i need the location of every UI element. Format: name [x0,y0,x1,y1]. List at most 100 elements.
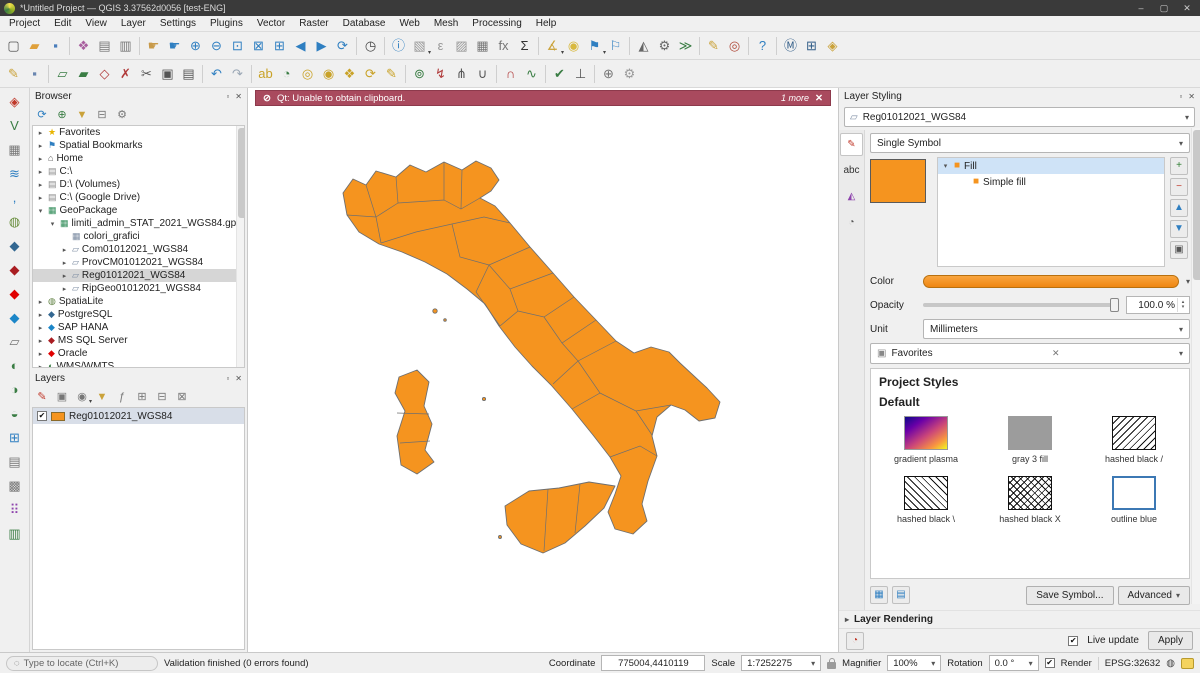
layer-diagram-button[interactable]: ◔ [276,63,297,85]
pan-map-button[interactable]: ☛ [143,35,164,57]
styling-scrollbar[interactable] [1191,128,1200,604]
change-label-button[interactable]: ✎ [381,63,402,85]
rotate-label-button[interactable]: ⟳ [360,63,381,85]
tab-history[interactable]: ◔ [840,211,863,234]
statistics-button[interactable]: Σ [514,35,535,57]
chevron-down-icon[interactable]: ▾ [1186,277,1190,286]
expand-arrow-icon[interactable]: ▸ [60,285,69,293]
zoom-in-button[interactable]: ⊕ [185,35,206,57]
symbol-layer-item[interactable]: ▾ ■ Fill [938,158,1164,174]
filter-legend-button[interactable]: ▼ [93,389,111,406]
toolbar-button[interactable] [699,37,700,55]
layer-rendering-section[interactable]: ▸ Layer Rendering [839,610,1200,628]
menu-item[interactable]: Vector [250,17,292,30]
toolbar-button[interactable] [139,37,140,55]
expand-arrow-icon[interactable]: ▸ [845,615,849,624]
style-item[interactable]: outline blue [1087,471,1181,529]
menu-item[interactable]: Project [2,17,47,30]
python-console-button[interactable]: ≫ [675,35,696,57]
pin-labels-button[interactable]: ◎ [297,63,318,85]
menu-item[interactable]: View [78,17,114,30]
topology-checker-button[interactable]: ⊥ [570,63,591,85]
merge-features-button[interactable]: ∪ [472,63,493,85]
browser-tree-item[interactable]: ▸ ▱ Com01012021_WGS84 [33,243,244,256]
new-project-button[interactable]: ▢ [3,35,24,57]
check-geometries-button[interactable]: ✔ [549,63,570,85]
rotation-spinbox[interactable]: 0.0 °▾ [989,655,1039,671]
browser-properties-button[interactable]: ⚙ [113,107,131,124]
map-tips-button[interactable]: ◉ [563,35,584,57]
toolbar-button[interactable] [748,37,749,55]
digitize-segment-button[interactable]: ▱ [52,63,73,85]
browser-tree-item[interactable]: ▸ ◆ Oracle [33,347,244,360]
expand-arrow-icon[interactable]: ▾ [48,220,57,228]
expand-arrow-icon[interactable]: ▸ [36,194,45,202]
collapse-all-layers-button[interactable]: ⊟ [153,389,171,406]
browser-tree-item[interactable]: ▸ ▤ D:\ (Volumes) [33,178,244,191]
plugin-tools-button[interactable]: ⚙ [619,63,640,85]
add-polygon-feature-button[interactable]: ▰ [73,63,94,85]
toolbar-button[interactable] [69,37,70,55]
expand-arrow-icon[interactable]: ▾ [941,162,950,170]
expand-arrow-icon[interactable]: ▸ [60,259,69,267]
add-vector-layer-button[interactable]: V [3,114,27,137]
toggle-editing-button[interactable]: ✎ [3,63,24,85]
browser-tree-item[interactable]: ▸ ◆ MS SQL Server [33,334,244,347]
minimize-button[interactable]: – [1132,3,1150,13]
add-wms-layer-button[interactable]: ◐ [3,354,27,377]
copy-features-button[interactable]: ▣ [157,63,178,85]
filter-by-expression-button[interactable]: ƒ [113,389,131,406]
unit-select[interactable]: Millimeters ▾ [923,319,1190,339]
toolbar-button[interactable] [251,65,252,83]
collapse-all-button[interactable]: ⊟ [93,107,111,124]
expand-arrow-icon[interactable]: ▸ [36,181,45,189]
layer-item[interactable]: ✔ Reg01012021_WGS84 [33,408,244,424]
show-bookmarks-button[interactable]: ⚐ [605,35,626,57]
browser-tree-item[interactable]: ▸ ⌂ Home [33,152,244,165]
menu-item[interactable]: Help [529,17,564,30]
add-arcgis-rest-layer-button[interactable]: ⊞ [3,426,27,449]
add-mssql-layer-button[interactable]: ◆ [3,258,27,281]
vertex-tool-button[interactable]: ◇ [94,63,115,85]
menu-item[interactable]: Plugins [203,17,250,30]
menu-item[interactable]: Processing [465,17,528,30]
toolbar-button[interactable] [496,65,497,83]
menu-item[interactable]: Mesh [427,17,465,30]
add-raster-layer-button[interactable]: ▦ [3,138,27,161]
styling-layer-select[interactable]: ▱ Reg01012021_WGS84 ▾ [844,107,1195,127]
pan-to-selection-button[interactable]: ☛ [164,35,185,57]
tab-3d-view[interactable]: ◭ [840,185,863,208]
maximize-button[interactable]: ▢ [1155,3,1173,14]
expand-arrow-icon[interactable]: ▸ [36,324,45,332]
layer-labeling-button[interactable]: ab [255,63,276,85]
refresh-map-button[interactable]: ⟳ [332,35,353,57]
add-virtual-layer-button[interactable]: ▱ [3,330,27,353]
remove-symbol-layer-button[interactable]: − [1170,178,1188,196]
reshape-features-button[interactable]: ↯ [430,63,451,85]
browser-tree-item[interactable]: ▾ ▦ limiti_admin_STAT_2021_WGS84.gpkg [33,217,244,230]
menu-item[interactable]: Raster [292,17,335,30]
clear-filter-icon[interactable]: ✕ [1052,348,1060,359]
symbol-type-select[interactable]: Single Symbol ▾ [870,133,1190,153]
expand-arrow-icon[interactable]: ▸ [36,298,45,306]
zoom-last-button[interactable]: ◀ [290,35,311,57]
add-selected-layers-button[interactable]: ⊕ [53,107,71,124]
icon-view-button[interactable]: ▦ [870,586,888,604]
layer-visibility-checkbox[interactable]: ✔ [37,411,47,421]
browser-tree-item[interactable]: ▦ colori_grafici [33,230,244,243]
zoom-to-selection-button[interactable]: ⊠ [248,35,269,57]
toolbar-button[interactable] [405,65,406,83]
add-wfs-layer-button[interactable]: ◒ [3,402,27,425]
browser-tree-item[interactable]: ▸ ▤ C:\ (Google Drive) [33,191,244,204]
add-vector-tile-layer-button[interactable]: ▩ [3,474,27,497]
georeferencer-button[interactable]: ⊕ [598,63,619,85]
style-filter-select[interactable]: ▣ Favorites ✕ ▾ [870,343,1190,364]
help-contents-button[interactable]: ? [752,35,773,57]
style-item[interactable]: hashed black \ [879,471,973,529]
annotation-button[interactable]: ✎ [703,35,724,57]
new-3d-map-button[interactable]: ◭ [633,35,654,57]
symbol-history-button[interactable]: ◔ [846,632,864,650]
new-print-layout-button[interactable]: ▤ [94,35,115,57]
menu-item[interactable]: Settings [153,17,203,30]
save-symbol-button[interactable]: Save Symbol... [1026,586,1113,605]
